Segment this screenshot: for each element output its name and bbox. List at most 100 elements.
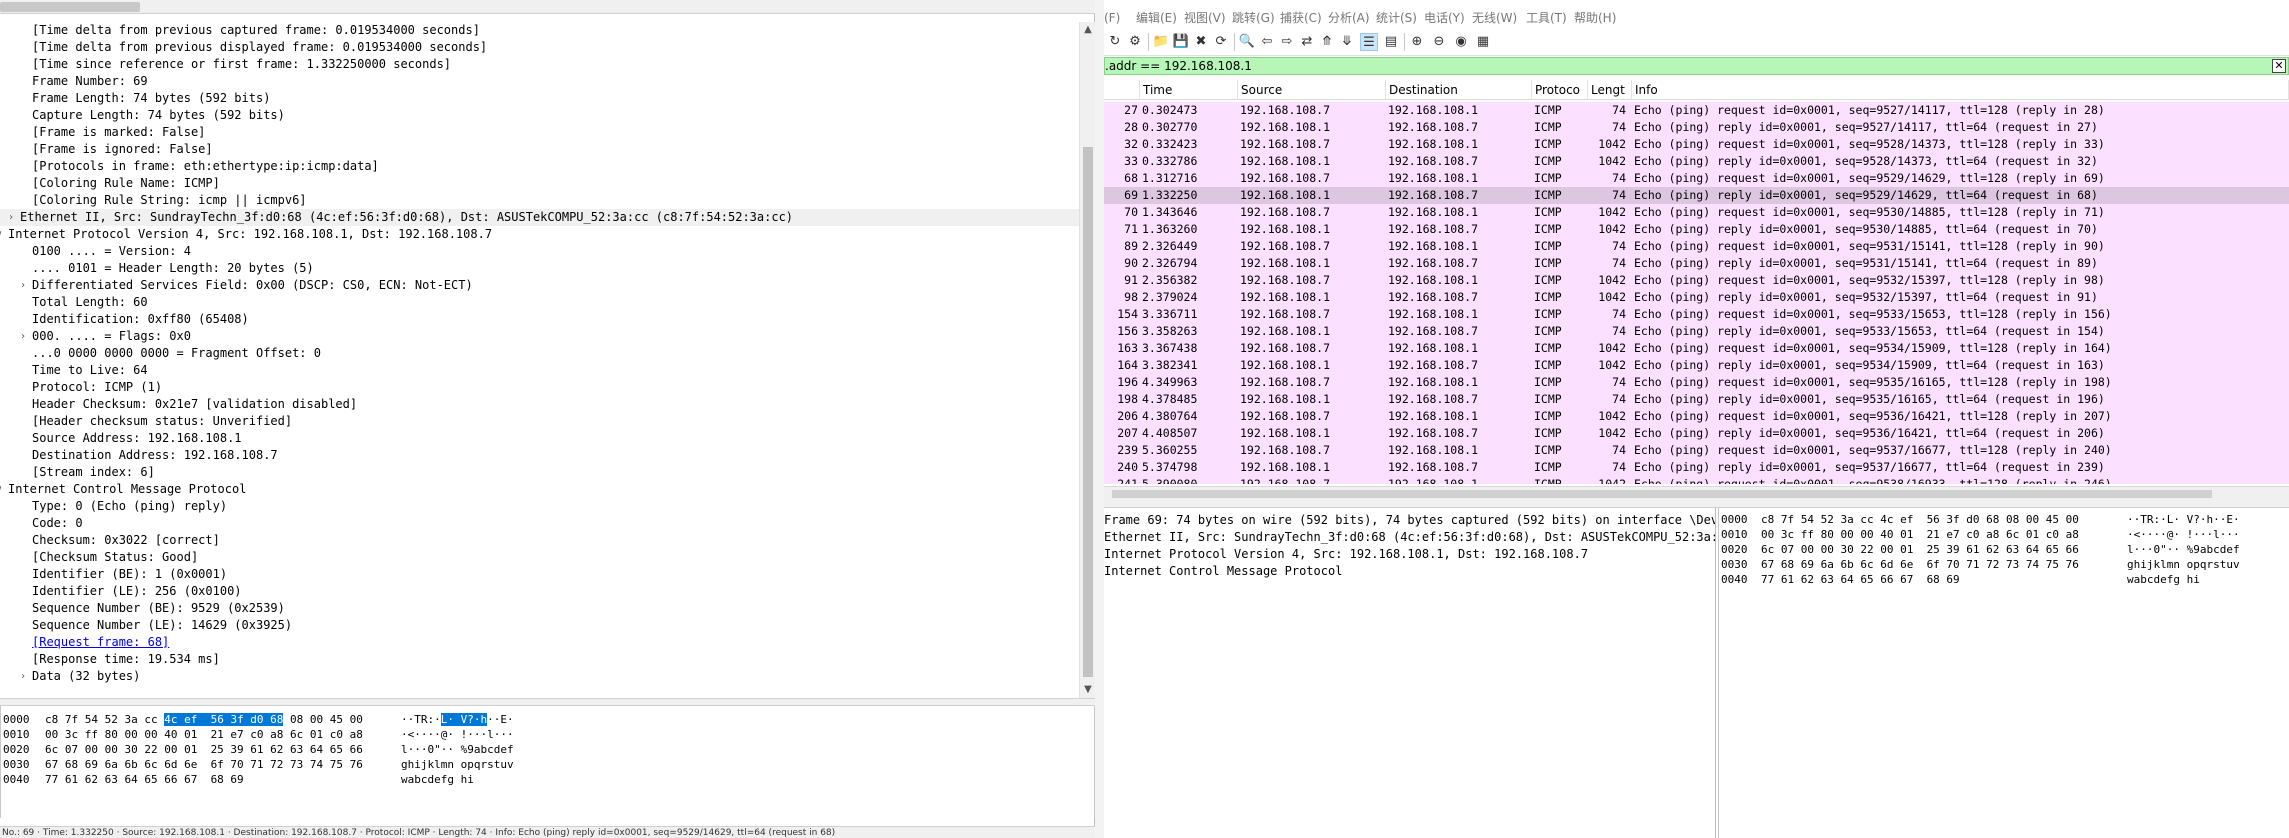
autoscroll-icon[interactable]: ☰: [1360, 33, 1378, 51]
hex-bytes[interactable]: 00 3c ff 80 00 00 40 01 21 e7 c0 a8 6c 0…: [45, 727, 363, 742]
menu-item[interactable]: 分析(A): [1328, 10, 1370, 26]
tree-item[interactable]: Capture Length: 74 bytes (592 bits): [0, 107, 1079, 124]
column-header[interactable]: Source: [1238, 80, 1386, 100]
reload-file-icon[interactable]: ⟳: [1212, 33, 1230, 51]
ascii-bytes[interactable]: ghijklmn opqrstuv: [401, 757, 514, 772]
tree-item[interactable]: › Data (32 bytes): [0, 668, 1079, 685]
tree-item[interactable]: ∨ Internet Protocol Version 4, Src: 192.1…: [0, 226, 1079, 243]
packet-row[interactable]: 163 3.367438 192.168.108.7 192.168.108.1 ICM…: [1104, 340, 2289, 357]
pane-splitter[interactable]: [0, 698, 1095, 706]
menu-item[interactable]: 电话(Y): [1424, 10, 1465, 26]
ascii-bytes[interactable]: ghijklmn opqrstuv: [2127, 557, 2240, 572]
packet-row[interactable]: 68 1.312716 192.168.108.7 192.168.108.1 ICMP…: [1104, 170, 2289, 187]
go-forward-icon[interactable]: ⇨: [1278, 33, 1296, 51]
hex-bytes[interactable]: c8 7f 54 52 3a cc 4c ef 56 3f d0 68 08 0…: [45, 712, 363, 727]
packet-row[interactable]: 196 4.349963 192.168.108.7 192.168.108.1 ICM…: [1104, 374, 2289, 391]
menu-item[interactable]: 工具(T): [1526, 10, 1567, 26]
tree-item[interactable]: › 000. .... = Flags: 0x0: [0, 328, 1079, 345]
packet-row[interactable]: 98 2.379024 192.168.108.1 192.168.108.7 ICMP…: [1104, 289, 2289, 306]
scroll-down-icon[interactable]: ▼: [1080, 682, 1096, 698]
go-back-icon[interactable]: ⇦: [1258, 33, 1276, 51]
tree-item[interactable]: [Time delta from previous captured frame…: [0, 22, 1079, 39]
restart-capture-icon[interactable]: ↻: [1106, 33, 1124, 51]
hex-bytes[interactable]: 77 61 62 63 64 65 66 67 68 69: [45, 772, 244, 787]
tree-item[interactable]: [Time delta from previous displayed fram…: [0, 39, 1079, 56]
zoom-out-icon[interactable]: ⊖: [1430, 33, 1448, 51]
packet-row[interactable]: 89 2.326449 192.168.108.7 192.168.108.1 ICMP…: [1104, 238, 2289, 255]
tree-item[interactable]: .... 0101 = Header Length: 20 bytes (5): [0, 260, 1079, 277]
tree-item[interactable]: Identification: 0xff80 (65408): [0, 311, 1079, 328]
tree-item[interactable]: [Request frame: 68]: [0, 634, 1079, 651]
packet-row[interactable]: 154 3.336711 192.168.108.7 192.168.108.1 ICM…: [1104, 306, 2289, 323]
packet-row[interactable]: 28 0.302770 192.168.108.1 192.168.108.7 ICMP…: [1104, 119, 2289, 136]
packet-row[interactable]: 240 5.374798 192.168.108.1 192.168.108.7 ICM…: [1104, 459, 2289, 476]
packet-row[interactable]: 207 4.408507 192.168.108.1 192.168.108.7 ICM…: [1104, 425, 2289, 442]
packet-row[interactable]: 90 2.326794 192.168.108.1 192.168.108.7 ICMP…: [1104, 255, 2289, 272]
hex-bytes[interactable]: 77 61 62 63 64 65 66 67 68 69: [1761, 572, 1960, 587]
ascii-bytes[interactable]: ··TR:·L· V?·h··E·: [2127, 512, 2240, 527]
menu-item[interactable]: 统计(S): [1376, 10, 1417, 26]
request-frame-link[interactable]: [Request frame: 68]: [32, 634, 169, 651]
packet-row[interactable]: 69 1.332250 192.168.108.1 192.168.108.7 ICMP…: [1104, 187, 2289, 204]
open-file-icon[interactable]: 📁: [1152, 33, 1170, 51]
tree-item[interactable]: ∨ Internet Control Message Protocol: [0, 481, 1079, 498]
hex-bytes[interactable]: 67 68 69 6a 6b 6c 6d 6e 6f 70 71 72 73 7…: [45, 757, 363, 772]
ascii-bytes[interactable]: l···0"·· %9abcdef: [401, 742, 514, 757]
ascii-bytes[interactable]: l···0"·· %9abcdef: [2127, 542, 2240, 557]
colorize-icon[interactable]: ▤: [1382, 33, 1400, 51]
hex-bytes[interactable]: 67 68 69 6a 6b 6c 6d 6e 6f 70 71 72 73 7…: [1761, 557, 2079, 572]
tree-item[interactable]: Frame 69: 74 bytes on wire (592 bits), 7…: [1104, 512, 1715, 529]
menu-item[interactable]: 视图(V): [1184, 10, 1226, 26]
tree-item[interactable]: Source Address: 192.168.108.1: [0, 430, 1079, 447]
tree-item[interactable]: [Frame is ignored: False]: [0, 141, 1079, 158]
tree-item[interactable]: [Response time: 19.534 ms]: [0, 651, 1079, 668]
tree-item[interactable]: Time to Live: 64: [0, 362, 1079, 379]
packet-row[interactable]: 71 1.363260 192.168.108.1 192.168.108.7 ICMP…: [1104, 221, 2289, 238]
tree-item[interactable]: Internet Protocol Version 4, Src: 192.16…: [1104, 546, 1588, 563]
packet-row[interactable]: 156 3.358263 192.168.108.1 192.168.108.7 ICM…: [1104, 323, 2289, 340]
collapsed-arrow-icon[interactable]: ›: [18, 328, 28, 345]
menu-item[interactable]: 捕获(C): [1280, 10, 1322, 26]
expanded-arrow-icon[interactable]: ∨: [0, 226, 4, 243]
scroll-up-icon[interactable]: ▲: [1080, 22, 1096, 38]
column-header[interactable]: Destination: [1386, 80, 1532, 100]
packet-list-horizontal-scrollbar[interactable]: [1104, 486, 2289, 500]
zoom-in-icon[interactable]: ⊕: [1408, 33, 1426, 51]
tree-item[interactable]: › Ethernet II, Src: SundrayTechn_3f:d0:68…: [0, 209, 1079, 226]
capture-options-icon[interactable]: ⚙: [1126, 33, 1144, 51]
hex-bytes[interactable]: 6c 07 00 00 30 22 00 01 25 39 61 62 63 6…: [45, 742, 363, 757]
last-packet-icon[interactable]: ⤋: [1338, 33, 1356, 51]
menu-item[interactable]: 跳转(G): [1232, 10, 1275, 26]
collapsed-arrow-icon[interactable]: ›: [6, 209, 16, 226]
clear-filter-icon[interactable]: ✕: [2272, 59, 2286, 73]
ascii-bytes[interactable]: ·<····@· !···l···: [2127, 527, 2240, 542]
tree-item[interactable]: Destination Address: 192.168.108.7: [0, 447, 1079, 464]
column-header[interactable]: Info: [1632, 80, 2289, 100]
resize-columns-icon[interactable]: ▦: [1474, 33, 1492, 51]
tree-item[interactable]: [Header checksum status: Unverified]: [0, 413, 1079, 430]
tree-item[interactable]: Sequence Number (LE): 14629 (0x3925): [0, 617, 1079, 634]
zoom-normal-icon[interactable]: ◉: [1452, 33, 1470, 51]
column-header[interactable]: Protoco: [1532, 80, 1588, 100]
packet-bytes-pane[interactable]: 0000 c8 7f 54 52 3a cc 4c ef 56 3f d0 68 …: [0, 706, 1095, 818]
ascii-bytes[interactable]: wabcdefg hi: [2127, 572, 2200, 587]
column-header[interactable]: Lengt: [1588, 80, 1632, 100]
hex-bytes[interactable]: c8 7f 54 52 3a cc 4c ef 56 3f d0 68 08 0…: [1761, 512, 2079, 527]
menu-file[interactable]: (F): [1104, 10, 1120, 26]
packet-details-pane[interactable]: Frame 69: 74 bytes on wire (592 bits), 7…: [1104, 508, 1716, 838]
packet-row[interactable]: 33 0.332786 192.168.108.1 192.168.108.7 ICMP…: [1104, 153, 2289, 170]
hex-bytes[interactable]: 6c 07 00 00 30 22 00 01 25 39 61 62 63 6…: [1761, 542, 2079, 557]
menu-item[interactable]: 无线(W): [1472, 10, 1517, 26]
tree-item[interactable]: › Differentiated Services Field: 0x00 (DS…: [0, 277, 1079, 294]
tree-item[interactable]: [Coloring Rule String: icmp || icmpv6]: [0, 192, 1079, 209]
details-vertical-scrollbar[interactable]: ▲ ▼: [1079, 22, 1095, 698]
packet-row[interactable]: 164 3.382341 192.168.108.1 192.168.108.7 ICM…: [1104, 357, 2289, 374]
pane-splitter[interactable]: [1104, 500, 2289, 508]
tree-item[interactable]: Type: 0 (Echo (ping) reply): [0, 498, 1079, 515]
packet-list[interactable]: Time Source Destination Protoco Lengt Info 27…: [1104, 80, 2289, 484]
ascii-bytes[interactable]: ·<····@· !···l···: [401, 727, 514, 742]
packet-row[interactable]: 239 5.360255 192.168.108.7 192.168.108.1 ICM…: [1104, 442, 2289, 459]
find-packet-icon[interactable]: 🔍: [1238, 33, 1256, 51]
tree-item[interactable]: Identifier (BE): 1 (0x0001): [0, 566, 1079, 583]
first-packet-icon[interactable]: ⤊: [1318, 33, 1336, 51]
